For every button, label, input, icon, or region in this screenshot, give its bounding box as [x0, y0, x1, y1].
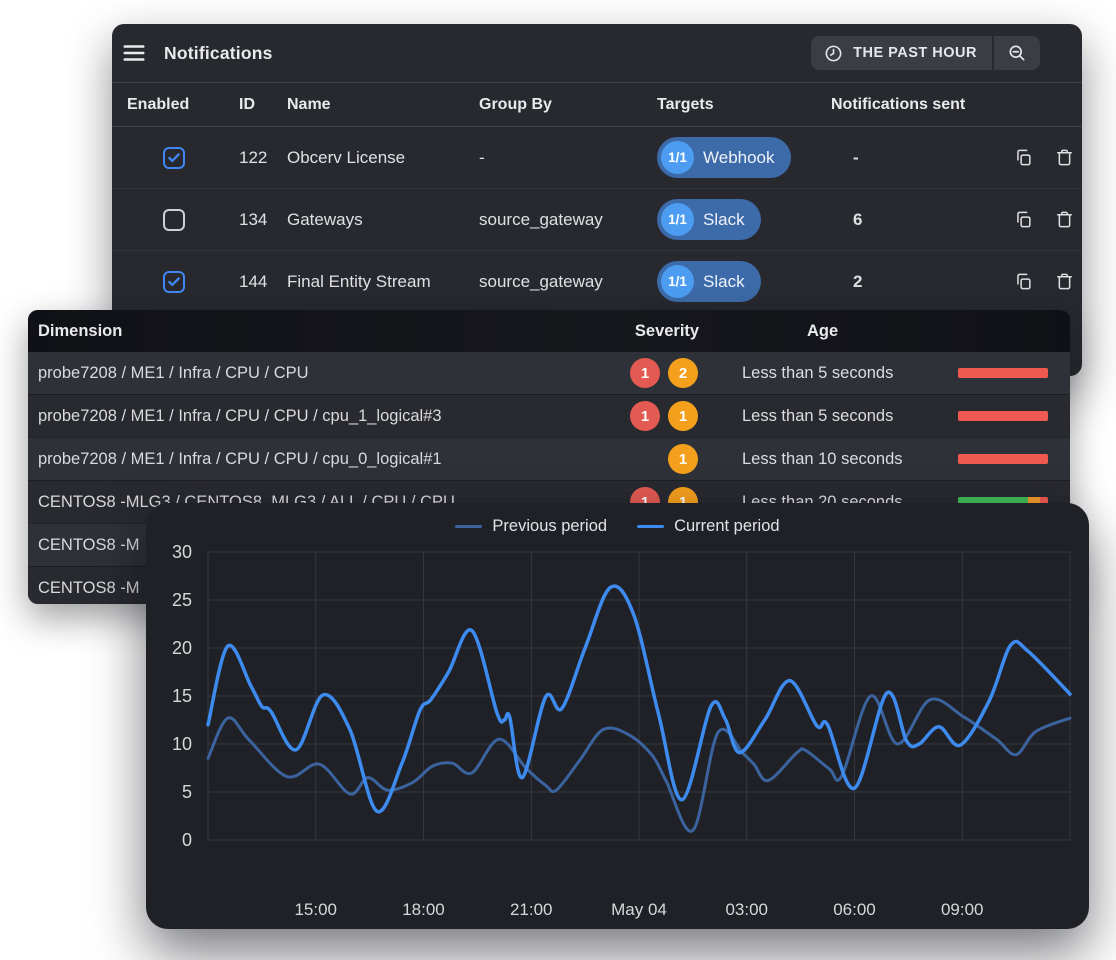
col-targets: Targets [657, 96, 831, 114]
sent-count: 2 [831, 272, 1013, 292]
menu-icon[interactable] [121, 40, 147, 66]
copy-icon[interactable] [1013, 272, 1033, 292]
age-text: Less than 10 seconds [728, 450, 958, 469]
target-pill: 1/1 Webhook [657, 137, 791, 178]
time-filter-label: THE PAST HOUR [853, 45, 977, 61]
age-bar [958, 368, 1048, 378]
panel-title: Notifications [164, 43, 273, 64]
target-name: Slack [703, 210, 745, 230]
enabled-checkbox[interactable] [163, 271, 185, 293]
row-id: 134 [239, 210, 287, 230]
svg-text:30: 30 [172, 542, 192, 562]
age-text: Less than 5 seconds [728, 407, 958, 426]
target-name: Webhook [703, 148, 775, 168]
severity-badges: 1 [628, 444, 728, 474]
dimension-row[interactable]: probe7208 / ME1 / Infra / CPU / CPU / cp… [28, 394, 1070, 437]
warning-badge: 1 [668, 444, 698, 474]
svg-text:06:00: 06:00 [833, 900, 876, 919]
col-dimension: Dimension [38, 322, 628, 341]
svg-text:25: 25 [172, 590, 192, 610]
col-enabled: Enabled [127, 96, 239, 114]
zoom-out-icon [1007, 43, 1027, 63]
svg-text:0: 0 [182, 830, 192, 850]
col-sent: Notifications sent [831, 96, 1013, 114]
notification-row: 122 Obcerv License - 1/1 Webhook - [112, 127, 1082, 188]
row-name: Gateways [287, 210, 479, 230]
row-group-by: source_gateway [479, 272, 657, 292]
dimension-path: probe7208 / ME1 / Infra / CPU / CPU / cp… [38, 450, 628, 469]
time-filter-button[interactable]: THE PAST HOUR [811, 36, 992, 70]
svg-text:20: 20 [172, 638, 192, 658]
sent-count: 6 [831, 210, 1013, 230]
target-count-badge: 1/1 [661, 203, 694, 236]
timeseries-chart[interactable]: 0 5 10 15 20 25 30 15:00 18:00 21:00 May 04 03:00 06… [146, 503, 1089, 929]
row-id: 122 [239, 148, 287, 168]
age-bar [958, 411, 1048, 421]
dimension-row[interactable]: probe7208 / ME1 / Infra / CPU / CPU 12 L… [28, 352, 1070, 394]
notifications-titlebar: Notifications THE PAST HOUR [112, 24, 1082, 83]
sent-count: - [831, 148, 1013, 168]
svg-text:10: 10 [172, 734, 192, 754]
dimension-path: probe7208 / ME1 / Infra / CPU / CPU [38, 364, 628, 383]
svg-text:21:00: 21:00 [510, 900, 553, 919]
dimension-path: probe7208 / ME1 / Infra / CPU / CPU / cp… [38, 407, 628, 426]
dimensions-table-header: Dimension Severity Age [28, 310, 1070, 352]
row-id: 144 [239, 272, 287, 292]
clock-icon [824, 44, 843, 63]
severity-badges: 12 [628, 358, 728, 388]
critical-badge: 1 [630, 401, 660, 431]
svg-text:15: 15 [172, 686, 192, 706]
warning-badge: 2 [668, 358, 698, 388]
dimension-row[interactable]: probe7208 / ME1 / Infra / CPU / CPU / cp… [28, 437, 1070, 480]
svg-text:5: 5 [182, 782, 192, 802]
notification-row: 134 Gateways source_gateway 1/1 Slack 6 [112, 188, 1082, 250]
toolbar: THE PAST HOUR [811, 36, 1040, 70]
svg-text:03:00: 03:00 [725, 900, 768, 919]
col-age: Age [728, 322, 958, 341]
col-severity: Severity [628, 322, 728, 341]
copy-icon[interactable] [1013, 148, 1033, 168]
chart-panel: Previous period Current period 051015202… [146, 503, 1089, 929]
target-pill: 1/1 Slack [657, 199, 761, 240]
row-group-by: source_gateway [479, 210, 657, 230]
col-id: ID [239, 96, 287, 114]
copy-icon[interactable] [1013, 210, 1033, 230]
trash-icon[interactable] [1054, 210, 1074, 230]
target-count-badge: 1/1 [661, 141, 694, 174]
row-name: Obcerv License [287, 148, 479, 168]
svg-text:18:00: 18:00 [402, 900, 445, 919]
zoom-out-button[interactable] [994, 36, 1040, 70]
col-group-by: Group By [479, 96, 657, 114]
enabled-checkbox[interactable] [163, 209, 185, 231]
row-group-by: - [479, 148, 657, 168]
age-text: Less than 5 seconds [728, 364, 958, 383]
check-icon [167, 151, 181, 165]
enabled-checkbox[interactable] [163, 147, 185, 169]
severity-badges: 11 [628, 401, 728, 431]
target-pill: 1/1 Slack [657, 261, 761, 302]
check-icon [167, 275, 181, 289]
notification-row: 144 Final Entity Stream source_gateway 1… [112, 250, 1082, 312]
age-bar [958, 454, 1048, 464]
target-count-badge: 1/1 [661, 265, 694, 298]
svg-text:15:00: 15:00 [294, 900, 337, 919]
warning-badge: 1 [668, 401, 698, 431]
col-name: Name [287, 96, 479, 114]
svg-text:May 04: May 04 [611, 900, 667, 919]
notifications-table-header: Enabled ID Name Group By Targets Notific… [112, 83, 1082, 127]
target-name: Slack [703, 272, 745, 292]
trash-icon[interactable] [1054, 148, 1074, 168]
critical-badge: 1 [630, 358, 660, 388]
svg-text:09:00: 09:00 [941, 900, 984, 919]
trash-icon[interactable] [1054, 272, 1074, 292]
row-name: Final Entity Stream [287, 272, 479, 292]
